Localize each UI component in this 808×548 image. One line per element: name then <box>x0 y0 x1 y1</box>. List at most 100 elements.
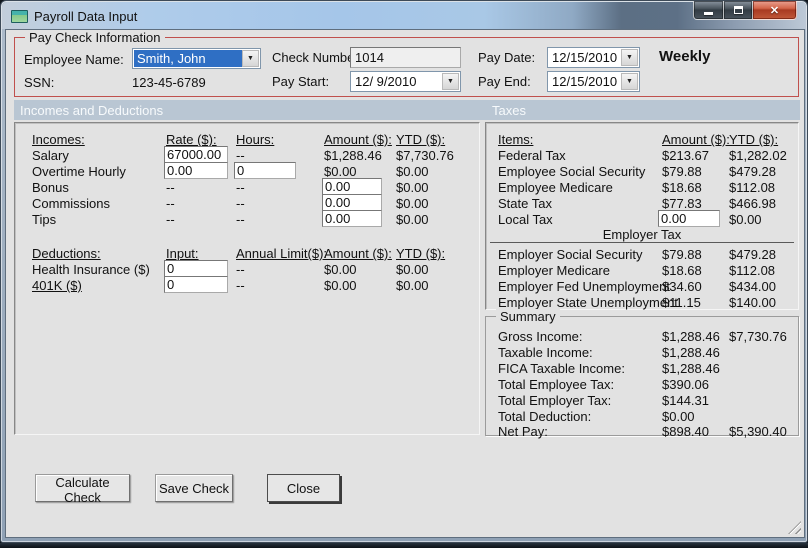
deduction-label: Health Insurance ($) <box>32 262 150 277</box>
pay-start-picker[interactable]: 12/ 9/2010 ▼ <box>350 71 461 92</box>
tax-ytd: $434.00 <box>729 279 776 294</box>
summary-row-fica-taxable-income: FICA Taxable Income: $1,288.46 <box>486 361 798 377</box>
deduction-401k-link[interactable]: 401K ($) <box>32 278 82 293</box>
summary-amount: $0.00 <box>662 409 695 424</box>
tax-amount: $79.88 <box>662 164 702 179</box>
chevron-down-icon: ▼ <box>626 54 633 61</box>
pay-date-label: Pay Date: <box>478 50 536 65</box>
tax-amount: $18.68 <box>662 180 702 195</box>
income-label: Tips <box>32 212 57 227</box>
check-number-field[interactable]: 1014 <box>350 47 461 68</box>
taxes-panel: Items: Amount ($): YTD ($): Federal Tax … <box>485 122 799 310</box>
tax-row-federal: Federal Tax $213.67 $1,282.02 <box>486 148 798 164</box>
chevron-down-icon: ▼ <box>247 55 254 62</box>
tax-label: Local Tax <box>498 212 553 227</box>
local-tax-input[interactable] <box>658 210 720 227</box>
tax-label: Employee Medicare <box>498 180 613 195</box>
deductions-header-row: Deductions: Input: Annual Limit($): Amou… <box>15 246 479 262</box>
tips-amount-input[interactable] <box>322 210 382 227</box>
employer-tax-divider <box>490 242 794 243</box>
summary-label: Net Pay: <box>498 424 548 439</box>
tax-ytd: $112.08 <box>729 263 776 278</box>
pay-date-picker[interactable]: 12/15/2010 ▼ <box>547 47 640 68</box>
income-ytd: $0.00 <box>396 180 429 195</box>
close-icon: ✕ <box>769 4 780 17</box>
chevron-down-icon: ▼ <box>626 78 633 85</box>
maximize-icon <box>733 6 743 14</box>
income-row-overtime: Overtime Hourly $0.00 $0.00 <box>15 162 479 180</box>
salary-rate-input[interactable] <box>164 146 228 163</box>
tax-ytd: $140.00 <box>729 295 776 310</box>
summary-amount: $390.06 <box>662 377 709 392</box>
employee-name-value: Smith, John <box>134 50 242 67</box>
pay-end-dropdown-button[interactable]: ▼ <box>621 73 638 90</box>
income-hours: -- <box>236 196 245 211</box>
summary-row-total-employer-tax: Total Employer Tax: $144.31 <box>486 393 798 409</box>
overtime-hours-input[interactable] <box>234 162 296 179</box>
section-header-bar: Incomes and Deductions Taxes <box>14 100 800 120</box>
bonus-amount-input[interactable] <box>322 178 382 195</box>
deductions-col-item: Deductions: <box>32 246 101 261</box>
close-window-button[interactable]: ✕ <box>753 1 797 20</box>
tax-row-employer-medicare: Employer Medicare $18.68 $112.08 <box>486 263 798 279</box>
income-amount: $0.00 <box>324 164 357 179</box>
check-number-label: Check Number: <box>272 50 363 65</box>
summary-label: FICA Taxable Income: <box>498 361 625 376</box>
incomes-header-row: Incomes: Rate ($): Hours: Amount ($): YT… <box>15 132 479 148</box>
incomes-col-item: Incomes: <box>32 132 85 147</box>
pay-start-label: Pay Start: <box>272 74 330 89</box>
tax-row-employer-social-security: Employer Social Security $79.88 $479.28 <box>486 247 798 263</box>
summary-amount: $898.40 <box>662 424 709 439</box>
close-button[interactable]: Close <box>267 474 340 502</box>
summary-group: Summary Gross Income: $1,288.46 $7,730.7… <box>485 309 799 439</box>
summary-row-total-deduction: Total Deduction: $0.00 <box>486 409 798 425</box>
summary-row-total-employee-tax: Total Employee Tax: $390.06 <box>486 377 798 393</box>
health-insurance-input[interactable] <box>164 260 228 277</box>
minimize-icon <box>704 11 713 15</box>
summary-row-taxable-income: Taxable Income: $1,288.46 <box>486 345 798 361</box>
summary-amount: $144.31 <box>662 393 709 408</box>
tax-ytd: $0.00 <box>729 212 762 227</box>
resize-grip[interactable] <box>788 521 801 534</box>
tax-ytd: $1,282.02 <box>729 148 787 163</box>
minimize-button[interactable] <box>693 1 723 20</box>
tax-amount: $79.88 <box>662 247 702 262</box>
tax-label: Employer Social Security <box>498 247 643 262</box>
summary-ytd: $7,730.76 <box>729 329 787 344</box>
income-ytd: $0.00 <box>396 164 429 179</box>
pay-start-dropdown-button[interactable]: ▼ <box>442 73 459 90</box>
pay-end-picker[interactable]: 12/15/2010 ▼ <box>547 71 640 92</box>
employee-name-combobox[interactable]: Smith, John ▼ <box>132 48 261 69</box>
tax-amount: $18.68 <box>662 263 702 278</box>
tax-ytd: $112.08 <box>729 180 776 195</box>
pay-date-value: 12/15/2010 <box>552 50 618 65</box>
pay-end-label: Pay End: <box>478 74 531 89</box>
summary-label: Total Employee Tax: <box>498 377 615 392</box>
summary-label: Taxable Income: <box>498 345 593 360</box>
save-check-button[interactable]: Save Check <box>155 474 233 502</box>
tax-label: Federal Tax <box>498 148 566 163</box>
deductions-col-ytd: YTD ($): <box>396 246 446 261</box>
chevron-down-icon: ▼ <box>447 78 454 85</box>
taxes-col-item: Items: <box>498 132 534 147</box>
summary-legend: Summary <box>496 309 560 324</box>
overtime-rate-input[interactable] <box>164 162 228 179</box>
income-row-tips: Tips -- -- $0.00 <box>15 210 479 228</box>
income-label: Bonus <box>32 180 69 195</box>
tax-ytd: $479.28 <box>729 164 776 179</box>
title-bar[interactable]: Payroll Data Input <box>2 2 806 29</box>
maximize-button[interactable] <box>723 1 753 20</box>
income-hours: -- <box>236 148 245 163</box>
summary-label: Total Deduction: <box>498 409 592 424</box>
deduction-ytd: $0.00 <box>396 278 429 293</box>
summary-amount: $1,288.46 <box>662 361 720 376</box>
pay-frequency-text: Weekly <box>659 48 711 65</box>
employee-name-dropdown-button[interactable]: ▼ <box>242 50 259 67</box>
commissions-amount-input[interactable] <box>322 194 382 211</box>
calculate-check-button[interactable]: Calculate Check <box>35 474 130 505</box>
income-row-bonus: Bonus -- -- $0.00 <box>15 178 479 196</box>
tax-ytd: $479.28 <box>729 247 776 262</box>
pay-date-dropdown-button[interactable]: ▼ <box>621 49 638 66</box>
tax-amount: $77.83 <box>662 196 702 211</box>
k401-input[interactable] <box>164 276 228 293</box>
